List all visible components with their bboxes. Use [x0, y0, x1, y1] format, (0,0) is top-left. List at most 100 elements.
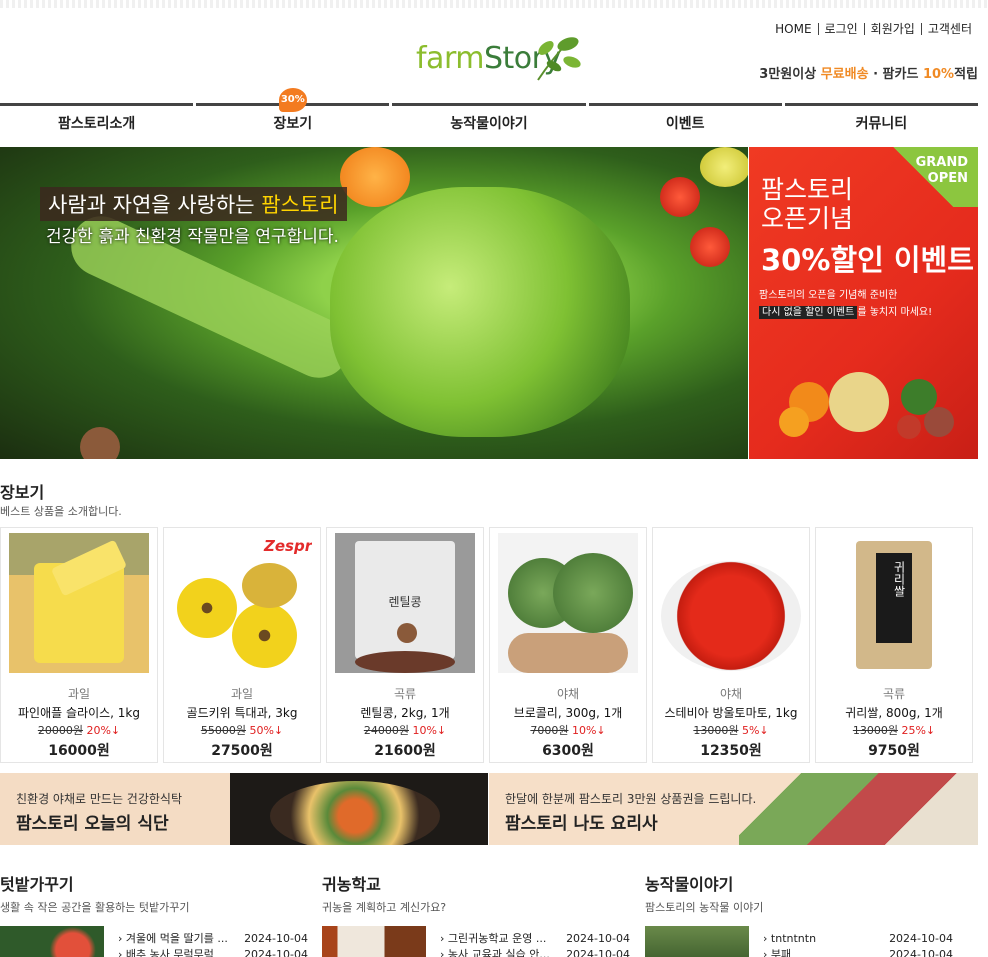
- tomato-image: [660, 177, 700, 217]
- column-title[interactable]: 농작물이야기: [645, 871, 955, 895]
- hero-subtitle: 건강한 흙과 친환경 작물만을 연구합니다.: [46, 227, 339, 247]
- sale-price: 12350원: [700, 743, 762, 759]
- product-card[interactable]: 야채 브로콜리, 300g, 1개 7000원 10%↓ 6300원: [489, 527, 647, 763]
- leaf-icon: [537, 37, 581, 81]
- nav-item-shop[interactable]: 30% 장보기: [196, 88, 390, 145]
- product-name: 스테비아 방울토마토, 1kg: [664, 706, 798, 720]
- product-discount: 55000원 50%↓: [164, 722, 320, 738]
- shipping-promo: 3만원이상 무료배송 · 팜카드 10%적립: [759, 63, 978, 82]
- shop-section-subtitle: 베스트 상품을 소개합니다.: [0, 505, 122, 518]
- promo-text-2: · 팜카드: [868, 67, 923, 82]
- signup-link[interactable]: 회원가입: [863, 23, 921, 35]
- post-date: 2024-10-04: [566, 932, 630, 945]
- product-discount: 7000원 10%↓: [490, 722, 646, 738]
- product-category: 과일: [230, 687, 254, 701]
- discount-rate: 50%↓: [249, 724, 284, 737]
- mushroom-image: [80, 427, 120, 459]
- event-title-line1: 팜스토리: [761, 175, 854, 204]
- nav-item-community[interactable]: 커뮤니티: [784, 103, 979, 145]
- product-category: 과일: [67, 687, 91, 701]
- orange-image: [340, 147, 410, 207]
- nav-item-about[interactable]: 팜스토리소개: [0, 103, 194, 145]
- sale-price: 6300원: [542, 743, 594, 759]
- column-subtitle: 귀농을 계획하고 계신가요?: [322, 901, 447, 914]
- bibimbap-image: [230, 773, 488, 845]
- list-item[interactable]: 부패 2024-10-04: [763, 947, 953, 957]
- list-item[interactable]: 겨울에 먹을 딸기를 ... 2024-10-04: [118, 931, 308, 947]
- post-date: 2024-10-04: [244, 948, 308, 957]
- post-title: 배추 농사 무럭무럭: [118, 947, 214, 957]
- list-item[interactable]: tntntntn 2024-10-04: [763, 931, 953, 947]
- top-border: [0, 0, 988, 8]
- event-banner[interactable]: GRAND OPEN 팜스토리 오픈기념 30%할인 이벤트 팜스토리의 오픈을 …: [749, 147, 978, 459]
- nav-item-crop-story[interactable]: 농작물이야기: [392, 103, 586, 145]
- product-category: 곡류: [393, 687, 417, 701]
- event-title-line2: 오픈기념: [761, 204, 854, 233]
- post-title: tntntntn: [763, 931, 816, 947]
- logo-farm-text: farm: [416, 41, 484, 76]
- post-list: 그린귀농학교 운영 ... 2024-10-04 농사 교육과 실습 안... 20…: [440, 931, 630, 957]
- cooking-banner[interactable]: 한달에 한분께 팜스토리 3만원 상품권을 드립니다. 팜스토리 나도 요리사: [489, 773, 978, 845]
- list-item[interactable]: 농사 교육과 실습 안... 2024-10-04: [440, 947, 630, 957]
- product-card[interactable]: 과일 파인애플 슬라이스, 1kg 20000원 20%↓ 16000원: [0, 527, 158, 763]
- discount-rate: 10%↓: [412, 724, 447, 737]
- product-card[interactable]: Zespri 과일 골드키위 특대과, 3kg 55000원 50%↓ 2750…: [163, 527, 321, 763]
- column-title[interactable]: 텃밭가꾸기: [0, 871, 310, 895]
- product-name: 파인애플 슬라이스, 1kg: [18, 706, 140, 720]
- product-discount: 13000원 5%↓: [653, 722, 809, 738]
- product-card[interactable]: 렌틸콩 곡류 렌틸콩, 2kg, 1개 24000원 10%↓ 21600원: [326, 527, 484, 763]
- event-desc-highlight: 다시 없을 할인 이벤트: [759, 306, 858, 319]
- column-subtitle: 생활 속 작은 공간을 활용하는 텃밭가꾸기: [0, 901, 190, 914]
- banner-title: 팜스토리 오늘의 식단: [16, 814, 169, 834]
- kiwi-image: Zespri: [172, 533, 312, 673]
- post-title: 농사 교육과 실습 안...: [440, 947, 550, 957]
- nav-item-event[interactable]: 이벤트: [588, 103, 782, 145]
- home-link[interactable]: HOME: [769, 23, 817, 35]
- pineapple-image: [9, 533, 149, 673]
- column-title[interactable]: 귀농학교: [322, 871, 632, 895]
- discount-rate: 10%↓: [571, 724, 606, 737]
- discount-badge: 30%: [278, 88, 307, 112]
- oat-package-label: 귀리쌀: [892, 561, 906, 597]
- customer-center-link[interactable]: 고객센터: [920, 23, 978, 35]
- post-list: 겨울에 먹을 딸기를 ... 2024-10-04 배추 농사 무럭무럭 2024-…: [118, 931, 308, 957]
- farmstory-logo[interactable]: farmStory: [416, 30, 586, 86]
- login-link[interactable]: 로그인: [817, 23, 864, 35]
- free-shipping-text: 무료배송: [820, 67, 869, 82]
- point-rate-text: 10%: [922, 67, 955, 82]
- main-nav: 팜스토리소개 30% 장보기 농작물이야기 이벤트 커뮤니티: [0, 88, 979, 145]
- hero-brand: 팜스토리: [261, 193, 339, 217]
- lentil-image: 렌틸콩: [335, 533, 475, 673]
- event-discount: 30%할인 이벤트: [761, 243, 974, 277]
- product-card[interactable]: 야채 스테비아 방울토마토, 1kg 13000원 5%↓ 12350원: [652, 527, 810, 763]
- discount-rate: 5%↓: [741, 724, 769, 737]
- post-title: 그린귀농학교 운영 ...: [440, 931, 546, 947]
- hero-headline-text: 사람과 자연을 사랑하는: [48, 193, 262, 217]
- promo-text: 3만원이상: [759, 67, 821, 82]
- event-description: 팜스토리의 오픈을 기념해 준비한 다시 없을 할인 이벤트 를 놓치지 마세요!: [759, 287, 932, 321]
- shop-section-title: 장보기: [0, 483, 45, 502]
- product-name: 브로콜리, 300g, 1개: [513, 706, 623, 720]
- product-category: 야채: [719, 687, 743, 701]
- event-desc-line1: 팜스토리의 오픈을 기념해 준비한: [759, 290, 898, 301]
- field-thumbnail[interactable]: [645, 926, 749, 957]
- cherry-tomato-image: [661, 533, 801, 673]
- zespri-logo: Zespri: [264, 537, 312, 555]
- list-item[interactable]: 배추 농사 무럭무럭 2024-10-04: [118, 947, 308, 957]
- column-subtitle: 팜스토리의 농작물 이야기: [645, 901, 764, 914]
- nav-label: 커뮤니티: [855, 116, 908, 132]
- post-title: 겨울에 먹을 딸기를 ...: [118, 931, 228, 947]
- original-price: 7000원: [530, 724, 569, 737]
- todays-menu-banner[interactable]: 친환경 야채로 만드는 건강한식탁 팜스토리 오늘의 식단: [0, 773, 488, 845]
- salad-image: [739, 773, 978, 845]
- post-list: tntntntn 2024-10-04 부패 2024-10-04: [763, 931, 953, 957]
- school-thumbnail[interactable]: [322, 926, 426, 957]
- original-price: 13000원: [693, 724, 739, 737]
- broccoli-image: [498, 533, 638, 673]
- list-item[interactable]: 그린귀농학교 운영 ... 2024-10-04: [440, 931, 630, 947]
- product-card[interactable]: 귀리쌀 곡류 귀리쌀, 800g, 1개 13000원 25%↓ 9750원: [815, 527, 973, 763]
- hero-headline: 사람과 자연을 사랑하는 팜스토리: [40, 187, 347, 221]
- strawberry-thumbnail[interactable]: [0, 926, 104, 957]
- hero-banner[interactable]: 사람과 자연을 사랑하는 팜스토리 건강한 흙과 친환경 작물만을 연구합니다.: [0, 147, 748, 459]
- oat-rice-image: 귀리쌀: [824, 533, 964, 673]
